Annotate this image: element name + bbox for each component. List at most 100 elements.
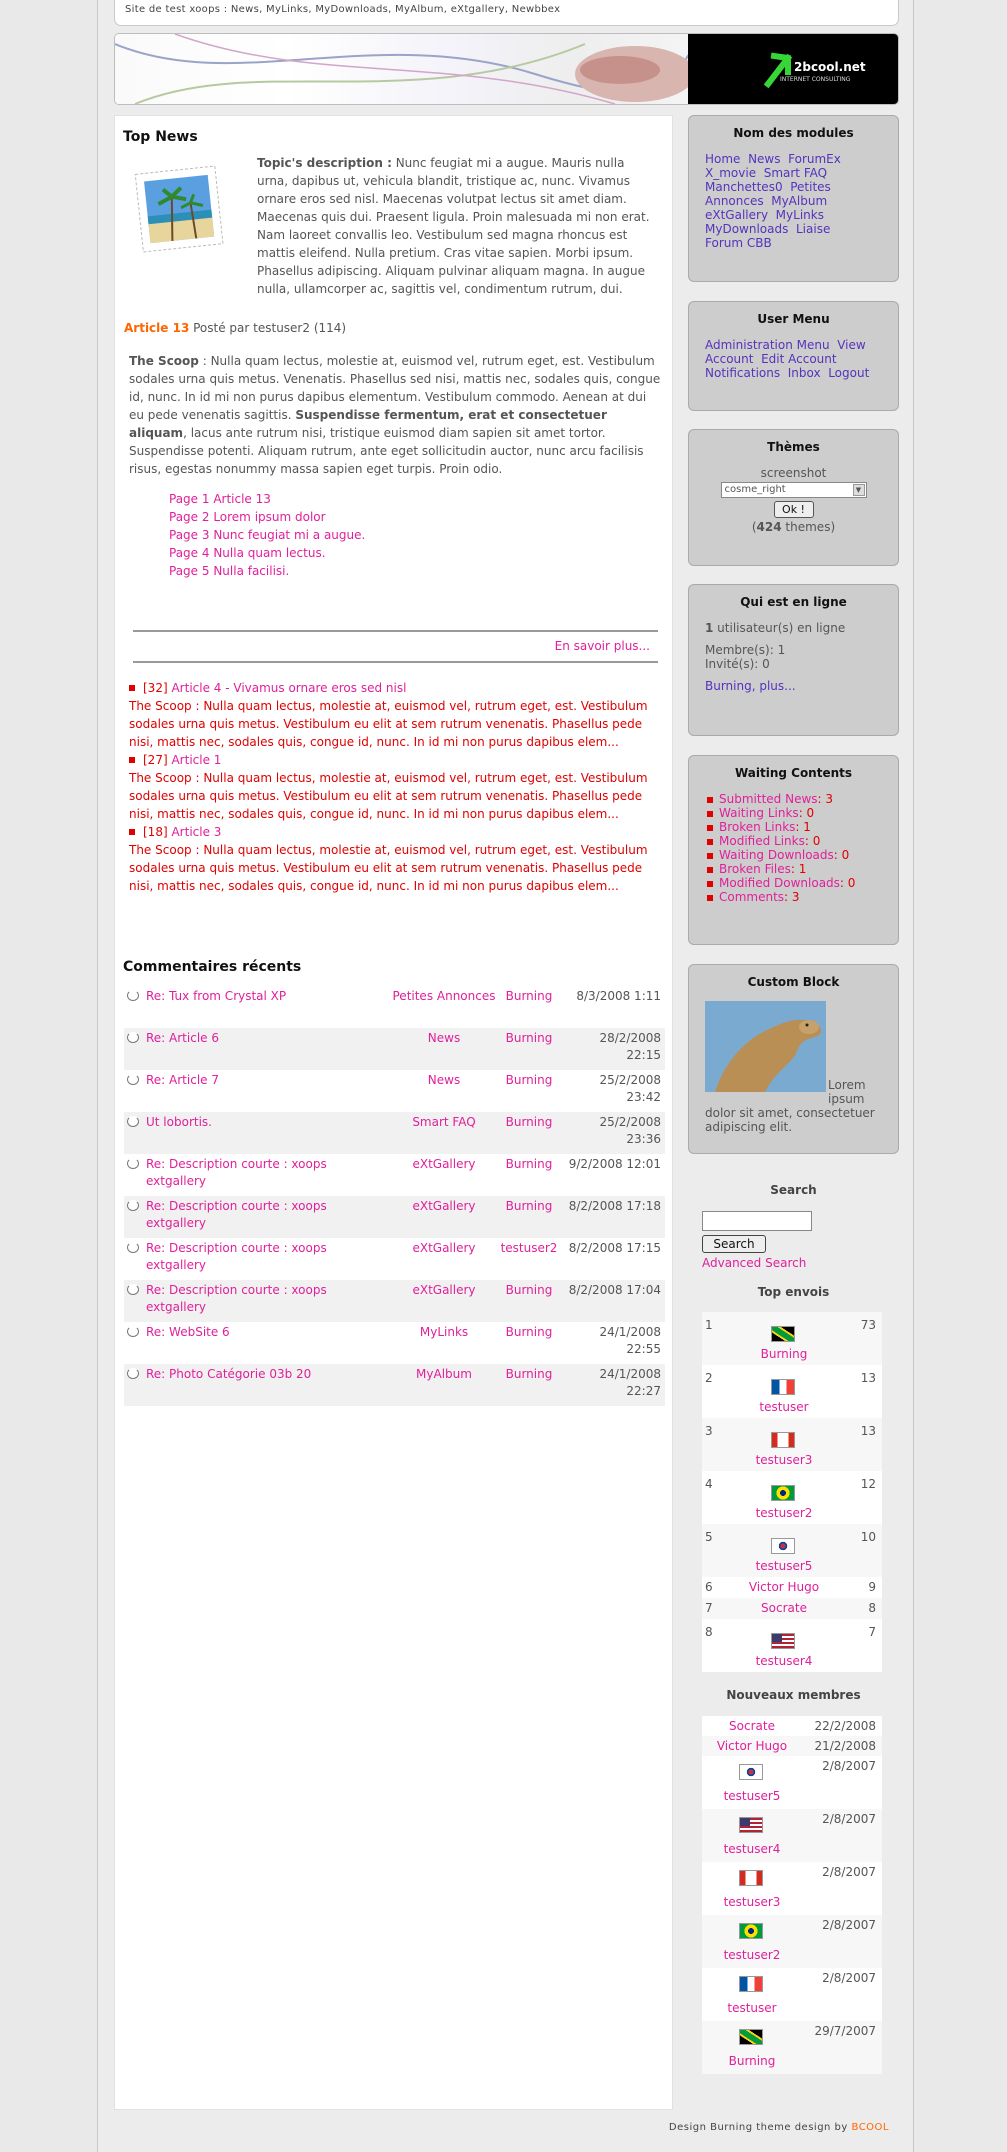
comment-title[interactable]: Ut lobortis. (146, 1114, 386, 1131)
comment-title[interactable]: Re: WebSite 6 (146, 1324, 386, 1341)
poster-count: 13 (860, 1371, 876, 1385)
news-item-link[interactable]: Article 4 - Vivamus ornare eros sed nisl (171, 681, 406, 695)
poster-name[interactable]: testuser (720, 1400, 848, 1414)
poster-name[interactable]: Victor Hugo (720, 1580, 848, 1594)
modules-line[interactable]: Manchettes0 Petites (705, 180, 882, 194)
comment-title[interactable]: Re: Article 7 (146, 1072, 386, 1089)
poster-count: 9 (868, 1580, 876, 1594)
poster-name[interactable]: Socrate (720, 1601, 848, 1615)
waiting-item[interactable]: Broken Files: 1 (705, 862, 882, 876)
modules-line[interactable]: Forum CBB (705, 236, 882, 250)
comment-user[interactable]: Burning (499, 1156, 559, 1173)
member-name[interactable]: testuser2 (702, 1948, 802, 1962)
poster-name[interactable]: testuser2 (720, 1506, 848, 1520)
user-menu-line[interactable]: Account Edit Account (705, 352, 882, 366)
comment-title[interactable]: Re: Description courte : xoops extgaller… (146, 1156, 346, 1190)
search-input[interactable] (702, 1211, 812, 1231)
comment-module[interactable]: MyLinks (389, 1324, 499, 1341)
comment-user[interactable]: Burning (499, 1030, 559, 1047)
comment-module[interactable]: News (389, 1030, 499, 1047)
waiting-item[interactable]: Waiting Links: 0 (705, 806, 882, 820)
user-menu-block: User Menu Administration Menu View Accou… (688, 301, 899, 411)
page-link-2[interactable]: Page 2 Lorem ipsum dolor (169, 510, 326, 524)
comment-title[interactable]: Re: Tux from Crystal XP (146, 988, 406, 1005)
member-name[interactable]: Socrate (702, 1719, 802, 1733)
waiting-item[interactable]: Modified Links: 0 (705, 834, 882, 848)
waiting-item[interactable]: Waiting Downloads: 0 (705, 848, 882, 862)
search-button[interactable]: Search (702, 1235, 766, 1253)
comment-title[interactable]: Re: Description courte : xoops extgaller… (146, 1198, 346, 1232)
theme-ok-button[interactable]: Ok ! (773, 501, 814, 518)
comment-user[interactable]: Burning (499, 988, 559, 1005)
comment-module[interactable]: Smart FAQ (389, 1114, 499, 1131)
news-item-link[interactable]: Article 1 (171, 753, 221, 767)
top-poster-row: 4 testuser2 12 (702, 1471, 882, 1524)
waiting-item[interactable]: Modified Downloads: 0 (705, 876, 882, 890)
comment-user[interactable]: testuser2 (494, 1240, 564, 1257)
page-link-1[interactable]: Page 1 Article 13 (169, 492, 271, 506)
comment-module[interactable]: eXtGallery (389, 1156, 499, 1173)
theme-select-value: cosme_right (724, 484, 786, 495)
comment-module[interactable]: MyAlbum (389, 1366, 499, 1383)
page-link-3[interactable]: Page 3 Nunc feugiat mi a augue. (169, 528, 365, 542)
member-date: 2/8/2007 (822, 1918, 876, 1932)
article-scoop: The Scoop : Nulla quam lectus, molestie … (129, 352, 664, 478)
user-menu-line[interactable]: Administration Menu View (705, 338, 882, 352)
poster-name[interactable]: Burning (720, 1347, 848, 1361)
poster-name[interactable]: testuser5 (720, 1559, 848, 1573)
comment-module[interactable]: News (389, 1072, 499, 1089)
korea-flag-icon (771, 1538, 795, 1554)
modules-line[interactable]: X_movie Smart FAQ (705, 166, 882, 180)
comment-module[interactable]: Petites Annonces (389, 988, 499, 1005)
topic-image (129, 158, 229, 258)
comment-user[interactable]: Burning (499, 1282, 559, 1299)
footer: Design Burning theme design by BCOOL (669, 2122, 889, 2133)
user-menu-line[interactable]: Notifications Inbox Logout (705, 366, 882, 380)
news-item-link[interactable]: Article 3 (171, 825, 221, 839)
modules-line[interactable]: MyDownloads Liaise (705, 222, 882, 236)
waiting-item[interactable]: Submitted News: 3 (705, 792, 882, 806)
page-link-5[interactable]: Page 5 Nulla facilisi. (169, 564, 289, 578)
camel-image (705, 1001, 826, 1092)
comment-date: 28/2/2008 22:15 (599, 1031, 661, 1062)
modules-line[interactable]: Home News ForumEx (705, 152, 882, 166)
comment-title[interactable]: Re: Description courte : xoops extgaller… (146, 1240, 346, 1274)
comment-user[interactable]: Burning (499, 1114, 559, 1131)
modules-line[interactable]: Annonces MyAlbum (705, 194, 882, 208)
member-name[interactable]: testuser3 (702, 1895, 802, 1909)
comment-user[interactable]: Burning (499, 1324, 559, 1341)
modules-block-title: Nom des modules (733, 126, 854, 140)
poster-name[interactable]: testuser3 (720, 1453, 848, 1467)
modules-block: Nom des modules Home News ForumEx X_movi… (688, 115, 899, 282)
comment-title[interactable]: Re: Article 6 (146, 1030, 386, 1047)
jamaica-flag-icon (739, 2029, 763, 2045)
modules-line[interactable]: eXtGallery MyLinks (705, 208, 882, 222)
comment-title[interactable]: Re: Photo Catégorie 03b 20 (146, 1366, 386, 1383)
member-name[interactable]: Burning (702, 2054, 802, 2068)
comment-user[interactable]: Burning (499, 1366, 559, 1383)
poster-count: 12 (860, 1477, 876, 1491)
theme-select[interactable]: cosme_right ▼ (720, 482, 867, 498)
online-users-link[interactable]: Burning, plus... (705, 679, 882, 693)
read-more-link[interactable]: En savoir plus... (555, 639, 650, 653)
member-name[interactable]: testuser4 (702, 1842, 802, 1856)
comment-module[interactable]: eXtGallery (389, 1240, 499, 1257)
header-banner: 2bcool.net INTERNET CONSULTING (114, 33, 899, 105)
banner-logo[interactable]: 2bcool.net INTERNET CONSULTING (688, 34, 898, 104)
waiting-item[interactable]: Broken Links: 1 (705, 820, 882, 834)
poster-name[interactable]: testuser4 (720, 1654, 848, 1668)
member-name[interactable]: testuser (702, 2001, 802, 2015)
advanced-search-link[interactable]: Advanced Search (702, 1256, 806, 1270)
comment-module[interactable]: eXtGallery (389, 1282, 499, 1299)
footer-designer-link[interactable]: BCOOL (852, 2122, 889, 2133)
comment-icon (127, 1368, 139, 1379)
member-name[interactable]: testuser5 (702, 1789, 802, 1803)
comment-title[interactable]: Re: Description courte : xoops extgaller… (146, 1282, 346, 1316)
article-link[interactable]: Article 13 (124, 321, 189, 335)
comment-user[interactable]: Burning (499, 1198, 559, 1215)
comment-user[interactable]: Burning (499, 1072, 559, 1089)
waiting-item[interactable]: Comments: 3 (705, 890, 882, 904)
comment-module[interactable]: eXtGallery (389, 1198, 499, 1215)
member-name[interactable]: Victor Hugo (702, 1739, 802, 1753)
page-link-4[interactable]: Page 4 Nulla quam lectus. (169, 546, 326, 560)
